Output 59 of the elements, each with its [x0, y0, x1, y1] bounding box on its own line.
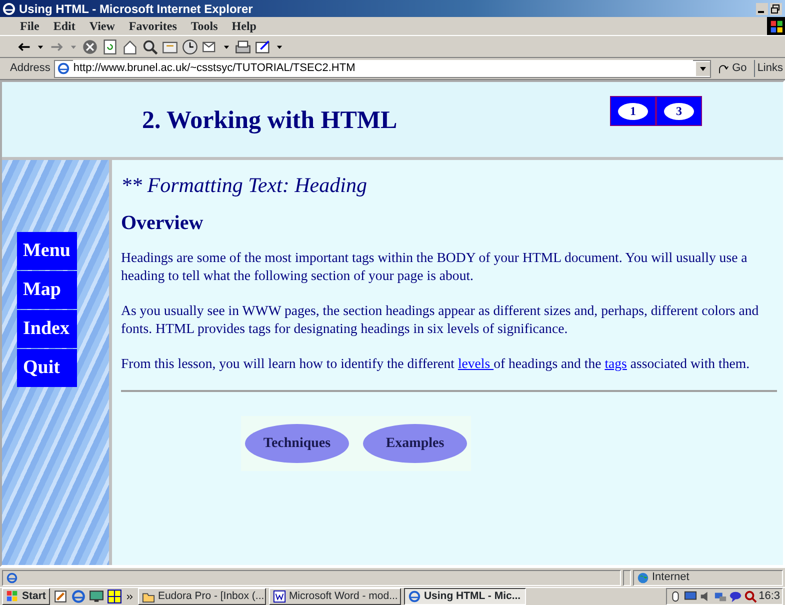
- zone-label: Internet: [652, 570, 690, 586]
- stop-icon[interactable]: [82, 38, 98, 54]
- menu-item[interactable]: Edit: [53, 17, 76, 35]
- taskbar-button[interactable]: Eudora Pro - [Inbox (...: [138, 588, 266, 605]
- browser-icon[interactable]: [70, 589, 86, 604]
- globe-icon: [637, 572, 649, 584]
- nav-button[interactable]: Menu: [17, 232, 77, 270]
- address-label: Address: [10, 61, 50, 76]
- start-button[interactable]: Start: [2, 588, 50, 605]
- edit-icon[interactable]: [255, 38, 271, 54]
- clock: 16:3: [758, 589, 780, 604]
- go-arrow-icon: [717, 62, 730, 74]
- print-icon[interactable]: [235, 38, 251, 54]
- grid-icon[interactable]: [106, 589, 122, 604]
- paragraph: From this lesson, you will learn how to identify the different levels of headings and the tags associated with them.: [121, 355, 751, 373]
- history-icon[interactable]: [182, 38, 198, 54]
- link[interactable]: tags: [604, 356, 627, 371]
- paragraph: As you usually see in WWW pages, the section headings appear as different sizes and, perhaps, different colors and fonts. HTML provides tags for designating headings in six levels of significance.: [121, 302, 760, 338]
- menu-item[interactable]: Favorites: [128, 17, 177, 35]
- monitor-icon[interactable]: [684, 590, 697, 603]
- nav-button[interactable]: Quit: [17, 349, 77, 387]
- window-title: Using HTML - Microsoft Internet Explorer: [19, 0, 253, 18]
- link[interactable]: levels: [458, 356, 494, 371]
- page-number-button[interactable]: 1: [610, 96, 656, 126]
- oval-button[interactable]: Techniques: [245, 424, 349, 463]
- minimize-icon[interactable]: [755, 2, 769, 16]
- home-icon[interactable]: [122, 38, 138, 54]
- address-field[interactable]: http://www.brunel.ac.uk/~csstsyc/TUTORIAL/TSEC2.HTM: [54, 60, 711, 78]
- windows-logo-icon: [6, 590, 19, 603]
- links-button[interactable]: Links: [754, 60, 783, 77]
- desktop-icon[interactable]: [88, 589, 104, 604]
- menu-item[interactable]: View: [89, 17, 115, 35]
- dropdown-icon[interactable]: [696, 60, 710, 76]
- search-icon[interactable]: [142, 38, 158, 54]
- menu-item[interactable]: Tools: [190, 17, 218, 35]
- nav-button[interactable]: Map: [17, 271, 77, 309]
- overview-heading: Overview: [121, 214, 204, 232]
- status-pane: [623, 570, 631, 586]
- magnifier-icon[interactable]: [744, 590, 757, 603]
- refresh-icon[interactable]: [102, 38, 118, 54]
- network-icon[interactable]: [714, 590, 727, 603]
- pen-icon[interactable]: [52, 589, 68, 604]
- restore-icon[interactable]: [769, 2, 783, 16]
- taskbar-button[interactable]: Microsoft Word - mod...: [268, 588, 401, 605]
- document-icon: [272, 590, 286, 603]
- nav-button[interactable]: Index: [17, 310, 77, 348]
- browser-icon: [408, 590, 421, 603]
- browser-icon: [2, 2, 16, 16]
- windows-logo-icon: [767, 17, 785, 35]
- page-title: 2. Working with HTML: [142, 106, 398, 136]
- menu-item[interactable]: File: [20, 17, 40, 35]
- go-button[interactable]: Go: [714, 60, 750, 77]
- paragraph: Headings are some of the most important tags within the BODY of your HTML document. You will usually use a heading to tell what the following section of your page is about.: [121, 249, 748, 285]
- section-title: ** Formatting Text: Heading: [121, 176, 368, 194]
- oval-button[interactable]: Examples: [363, 424, 467, 463]
- taskbar-button[interactable]: Using HTML - Mic...: [404, 588, 526, 605]
- page-number-button[interactable]: 3: [656, 96, 702, 126]
- menu-item[interactable]: Help: [232, 17, 256, 35]
- chat-icon[interactable]: [728, 590, 742, 603]
